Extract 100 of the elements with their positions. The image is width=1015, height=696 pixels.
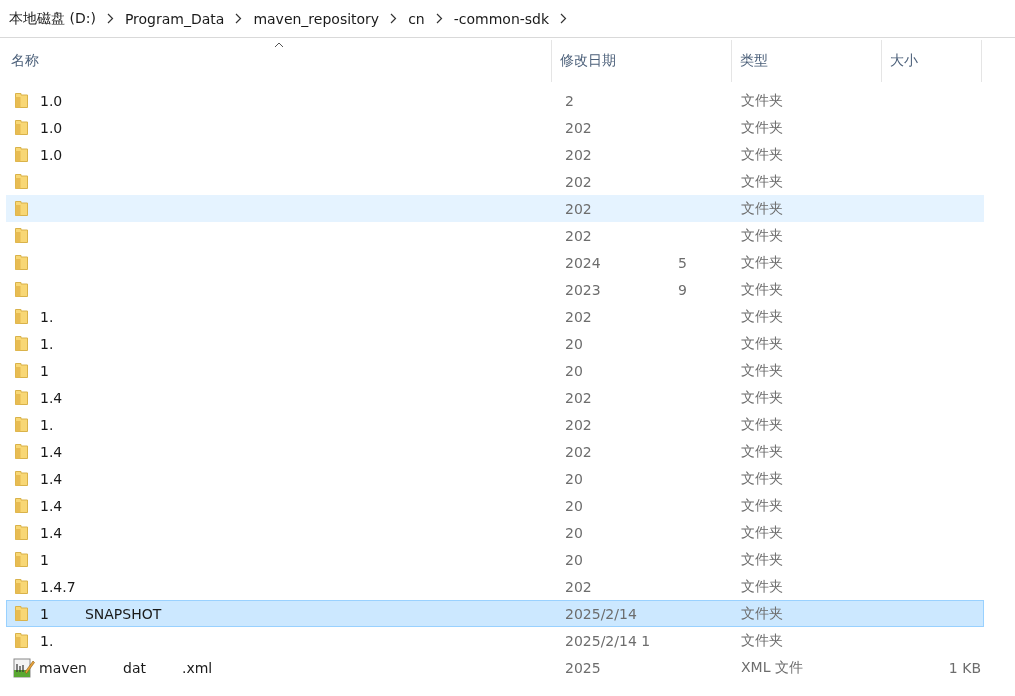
folder-icon bbox=[15, 228, 28, 243]
modified-date: 20 bbox=[565, 335, 584, 352]
file-row[interactable]: 1. 202 文件夹 bbox=[6, 303, 984, 330]
file-name: dat bbox=[123, 659, 146, 676]
file-type: 文件夹 bbox=[741, 577, 783, 594]
file-row[interactable]: 1.4 202 文件夹 bbox=[6, 384, 984, 411]
folder-icon bbox=[15, 471, 28, 486]
file-type: 文件夹 bbox=[741, 442, 783, 459]
sort-up-icon bbox=[274, 42, 284, 48]
file-row[interactable]: 1. 202 文件夹 bbox=[6, 411, 984, 438]
modified-date: 5 bbox=[678, 254, 687, 271]
file-type: 文件夹 bbox=[741, 334, 783, 351]
column-header[interactable]: 名称 bbox=[0, 40, 552, 82]
file-name: 1. bbox=[40, 308, 54, 325]
file-name: .xml bbox=[181, 659, 213, 676]
file-name: 1.0 bbox=[40, 92, 63, 109]
file-type: 文件夹 bbox=[741, 172, 783, 189]
breadcrumb-item[interactable]: cn bbox=[408, 10, 425, 27]
file-row[interactable]: 1.0 2 文件夹 bbox=[6, 87, 984, 114]
file-type: 文件夹 bbox=[741, 118, 783, 135]
column-header[interactable]: 类型 bbox=[732, 40, 882, 82]
file-name: 1. bbox=[40, 335, 54, 352]
file-type: 文件夹 bbox=[741, 91, 783, 108]
file-type: 文件夹 bbox=[741, 604, 783, 621]
folder-icon bbox=[15, 606, 28, 621]
modified-date: 2024 bbox=[565, 254, 602, 271]
modified-date: 202 bbox=[565, 578, 593, 595]
modified-date: 202 bbox=[565, 173, 593, 190]
folder-icon bbox=[15, 633, 28, 648]
file-row[interactable]: 1 20 文件夹 bbox=[6, 546, 984, 573]
folder-icon bbox=[15, 498, 28, 513]
file-name: 1.4 bbox=[40, 524, 63, 541]
file-type: 文件夹 bbox=[741, 469, 783, 486]
file-row[interactable]: 202 文件夹 bbox=[6, 168, 984, 195]
file-name: 1. bbox=[40, 632, 54, 649]
folder-icon bbox=[15, 579, 28, 594]
modified-date: 202 bbox=[565, 416, 593, 433]
xml-file-icon bbox=[13, 657, 35, 678]
folder-icon bbox=[15, 417, 28, 432]
folder-icon bbox=[15, 120, 28, 135]
file-row[interactable]: 1.4 20 文件夹 bbox=[6, 492, 984, 519]
file-row[interactable]: 1.0 202 文件夹 bbox=[6, 114, 984, 141]
file-name: 1 bbox=[40, 362, 49, 379]
modified-date: 202 bbox=[565, 443, 593, 460]
modified-date: 20 bbox=[565, 362, 584, 379]
file-row[interactable]: 1.4 20 文件夹 bbox=[6, 519, 984, 546]
folder-icon bbox=[15, 309, 28, 324]
file-row[interactable]: 1. 20 文件夹 bbox=[6, 330, 984, 357]
chevron-right-icon bbox=[106, 13, 114, 24]
modified-date: 2025/2/14 bbox=[565, 605, 638, 622]
file-name: maven bbox=[39, 659, 87, 676]
file-type: 文件夹 bbox=[741, 496, 783, 513]
file-size: 1 KB bbox=[948, 659, 981, 676]
file-row[interactable]: 2023 9 文件夹 bbox=[6, 276, 984, 303]
file-type: 文件夹 bbox=[741, 199, 783, 216]
file-type: 文件夹 bbox=[741, 523, 783, 540]
breadcrumb-item[interactable]: Program_Data bbox=[124, 10, 225, 27]
file-row[interactable]: 202 文件夹 bbox=[6, 195, 984, 222]
file-row[interactable]: 2024 5 文件夹 bbox=[6, 249, 984, 276]
file-row[interactable]: 1.4 20 文件夹 bbox=[6, 465, 984, 492]
breadcrumb-item[interactable]: maven_repository bbox=[253, 10, 380, 27]
folder-icon bbox=[15, 201, 28, 216]
file-row[interactable]: 1.0 202 文件夹 bbox=[6, 141, 984, 168]
file-row[interactable]: 202 文件夹 bbox=[6, 222, 984, 249]
breadcrumb-item[interactable]: -common-sdk bbox=[453, 10, 550, 27]
modified-date: 202 bbox=[565, 119, 593, 136]
folder-icon bbox=[15, 174, 28, 189]
file-type: 文件夹 bbox=[741, 550, 783, 567]
file-type: 文件夹 bbox=[741, 226, 783, 243]
file-type: 文件夹 bbox=[741, 631, 783, 648]
file-name: 1.4 bbox=[40, 389, 63, 406]
folder-icon bbox=[15, 444, 28, 459]
file-row[interactable]: 1 SNAPSHOT 2025/2/14 文件夹 bbox=[6, 600, 984, 627]
breadcrumb-item[interactable]: 本地磁盘 (D:) bbox=[9, 9, 96, 28]
file-row[interactable]: 1.4 202 文件夹 bbox=[6, 438, 984, 465]
modified-date: 9 bbox=[678, 281, 687, 298]
modified-date: 20 bbox=[565, 497, 584, 514]
file-row[interactable]: 1 20 文件夹 bbox=[6, 357, 984, 384]
folder-icon bbox=[15, 390, 28, 405]
file-name: 1.4 bbox=[40, 497, 63, 514]
column-header[interactable]: 大小 bbox=[882, 40, 982, 82]
file-type: 文件夹 bbox=[741, 145, 783, 162]
folder-icon bbox=[15, 525, 28, 540]
column-header[interactable]: 修改日期 bbox=[552, 40, 732, 82]
modified-date: 202 bbox=[565, 146, 593, 163]
modified-date: 202 bbox=[565, 227, 593, 244]
modified-date: 2023 bbox=[565, 281, 602, 298]
folder-icon bbox=[15, 552, 28, 567]
file-name: 1 bbox=[40, 551, 49, 568]
chevron-right-icon bbox=[435, 13, 443, 24]
file-name: 1.4.7 bbox=[40, 578, 76, 595]
file-name: 1. bbox=[40, 416, 54, 433]
file-row[interactable]: maven dat .xml 2025 XML 文件 1 KB bbox=[6, 654, 984, 681]
file-type: 文件夹 bbox=[741, 388, 783, 405]
file-row[interactable]: 1.4.7 202 文件夹 bbox=[6, 573, 984, 600]
file-row[interactable]: 1. 2025/2/14 1 文件夹 bbox=[6, 627, 984, 654]
modified-date: 2025 bbox=[565, 659, 602, 676]
folder-icon bbox=[15, 147, 28, 162]
file-type: 文件夹 bbox=[741, 253, 783, 270]
chevron-right-icon bbox=[560, 13, 568, 24]
